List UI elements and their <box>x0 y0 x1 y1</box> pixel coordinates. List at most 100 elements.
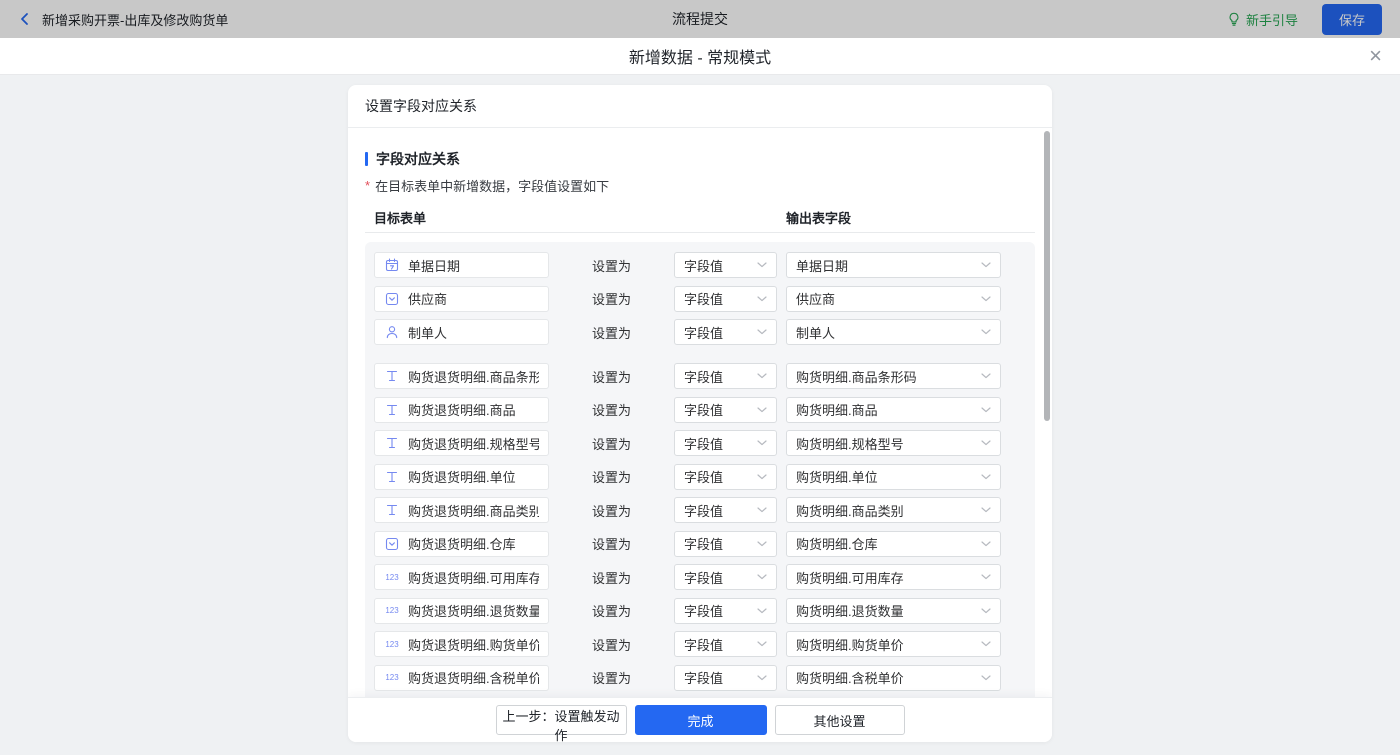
output-field-select[interactable]: 购货明细.单位 <box>786 464 1001 490</box>
target-field-label: 单据日期 <box>408 256 460 275</box>
value-type-select[interactable]: 字段值 <box>674 631 777 657</box>
panel-header: 设置字段对应关系 <box>348 85 1052 128</box>
chevron-down-icon <box>981 541 991 547</box>
set-as-label: 设置为 <box>549 501 674 520</box>
number-icon: 123 <box>384 673 400 682</box>
target-field-label: 购货退货明细.商品类别 <box>408 501 539 520</box>
target-field-box: 购货退货明细.商品条形码 <box>374 363 549 389</box>
value-type-select[interactable]: 字段值 <box>674 464 777 490</box>
output-field-select[interactable]: 购货明细.含税单价 <box>786 665 1001 691</box>
table-row: 供应商 设置为 字段值 供应商 <box>374 286 1026 312</box>
scrollbar-thumb[interactable] <box>1044 131 1050 421</box>
target-field-box: 制单人 <box>374 319 549 345</box>
required-mark: * <box>365 178 370 193</box>
table-row: 123 购货退货明细.含税单价 设置为 字段值 购货明细.含税单价 <box>374 665 1026 691</box>
output-field-selected: 购货明细.商品 <box>796 400 878 419</box>
text-icon <box>384 403 400 417</box>
value-type-select[interactable]: 字段值 <box>674 252 777 278</box>
number-icon: 123 <box>384 573 400 582</box>
value-type-select[interactable]: 字段值 <box>674 531 777 557</box>
output-field-selected: 购货明细.退货数量 <box>796 601 904 620</box>
output-field-select[interactable]: 购货明细.退货数量 <box>786 598 1001 624</box>
chevron-down-icon <box>757 541 767 547</box>
value-type-select[interactable]: 字段值 <box>674 286 777 312</box>
output-field-select[interactable]: 购货明细.可用库存 <box>786 564 1001 590</box>
set-as-label: 设置为 <box>549 601 674 620</box>
output-field-select[interactable]: 购货明细.商品条形码 <box>786 363 1001 389</box>
output-field-select[interactable]: 制单人 <box>786 319 1001 345</box>
value-type-select[interactable]: 字段值 <box>674 363 777 389</box>
value-type-selected: 字段值 <box>684 635 723 654</box>
target-field-box: 购货退货明细.规格型号 <box>374 430 549 456</box>
target-field-label: 购货退货明细.仓库 <box>408 534 516 553</box>
description-text: 在目标表单中新增数据，字段值设置如下 <box>375 176 609 195</box>
value-type-select[interactable]: 字段值 <box>674 564 777 590</box>
value-type-select[interactable]: 字段值 <box>674 497 777 523</box>
value-type-select[interactable]: 字段值 <box>674 430 777 456</box>
output-field-selected: 供应商 <box>796 289 835 308</box>
table-row: 购货退货明细.仓库 设置为 字段值 购货明细.仓库 <box>374 531 1026 557</box>
section-accent-bar <box>365 152 368 166</box>
close-icon[interactable]: × <box>1369 42 1382 70</box>
value-type-selected: 字段值 <box>684 568 723 587</box>
output-field-select[interactable]: 购货明细.购货单价 <box>786 631 1001 657</box>
output-field-selected: 购货明细.含税单价 <box>796 668 904 687</box>
table-row: 购货退货明细.规格型号 设置为 字段值 购货明细.规格型号 <box>374 430 1026 456</box>
output-field-selected: 单据日期 <box>796 256 848 275</box>
number-icon: 123 <box>384 640 400 649</box>
value-type-select[interactable]: 字段值 <box>674 319 777 345</box>
save-button[interactable]: 保存 <box>1322 4 1382 35</box>
output-field-select[interactable]: 供应商 <box>786 286 1001 312</box>
output-field-select[interactable]: 购货明细.仓库 <box>786 531 1001 557</box>
output-field-selected: 购货明细.规格型号 <box>796 434 904 453</box>
output-field-select[interactable]: 购货明细.规格型号 <box>786 430 1001 456</box>
value-type-selected: 字段值 <box>684 367 723 386</box>
chevron-down-icon <box>757 262 767 268</box>
value-type-selected: 字段值 <box>684 501 723 520</box>
set-as-label: 设置为 <box>549 323 674 342</box>
value-type-select[interactable]: 字段值 <box>674 397 777 423</box>
section-description: * 在目标表单中新增数据，字段值设置如下 <box>365 176 1035 195</box>
output-field-select[interactable]: 购货明细.商品类别 <box>786 497 1001 523</box>
set-as-label: 设置为 <box>549 400 674 419</box>
output-field-selected: 购货明细.商品类别 <box>796 501 904 520</box>
target-field-label: 购货退货明细.退货数量 <box>408 601 539 620</box>
chevron-down-icon <box>981 474 991 480</box>
value-type-selected: 字段值 <box>684 668 723 687</box>
table-row: 123 购货退货明细.可用库存 设置为 字段值 购货明细.可用库存 <box>374 564 1026 590</box>
target-field-box: 123 购货退货明细.退货数量 <box>374 598 549 624</box>
target-field-box: 供应商 <box>374 286 549 312</box>
output-field-select[interactable]: 单据日期 <box>786 252 1001 278</box>
beginner-guide-label: 新手引导 <box>1246 10 1298 29</box>
set-as-label: 设置为 <box>549 367 674 386</box>
beginner-guide-link[interactable]: 新手引导 <box>1227 10 1298 29</box>
target-field-box: 123 购货退货明细.购货单价 <box>374 631 549 657</box>
chevron-down-icon <box>757 641 767 647</box>
section-title: 字段对应关系 <box>365 149 1035 169</box>
done-button[interactable]: 完成 <box>635 705 767 735</box>
table-row: 123 购货退货明细.退货数量 设置为 字段值 购货明细.退货数量 <box>374 598 1026 624</box>
mapping-panel: 设置字段对应关系 字段对应关系 * 在目标表单中新增数据，字段值设置如下 目标表… <box>348 85 1052 742</box>
target-field-box: 购货退货明细.商品 <box>374 397 549 423</box>
previous-step-button[interactable]: 上一步：设置触发动作 <box>496 705 627 735</box>
target-field-label: 购货退货明细.规格型号 <box>408 434 539 453</box>
target-field-box: 购货退货明细.仓库 <box>374 531 549 557</box>
text-icon <box>384 503 400 517</box>
target-field-label: 购货退货明细.单位 <box>408 467 516 486</box>
target-field-box: 购货退货明细.商品类别 <box>374 497 549 523</box>
chevron-down-icon <box>981 296 991 302</box>
chevron-down-icon <box>981 440 991 446</box>
value-type-select[interactable]: 字段值 <box>674 665 777 691</box>
chevron-down-icon <box>981 574 991 580</box>
target-field-label: 制单人 <box>408 323 447 342</box>
output-field-select[interactable]: 购货明细.商品 <box>786 397 1001 423</box>
chevron-down-icon <box>757 296 767 302</box>
value-type-selected: 字段值 <box>684 601 723 620</box>
column-header-target: 目标表单 <box>374 208 426 227</box>
column-headers: 目标表单 输出表字段 <box>365 208 1035 224</box>
set-as-label: 设置为 <box>549 289 674 308</box>
output-field-selected: 购货明细.单位 <box>796 467 878 486</box>
other-settings-button[interactable]: 其他设置 <box>775 705 905 735</box>
value-type-select[interactable]: 字段值 <box>674 598 777 624</box>
target-field-label: 供应商 <box>408 289 447 308</box>
